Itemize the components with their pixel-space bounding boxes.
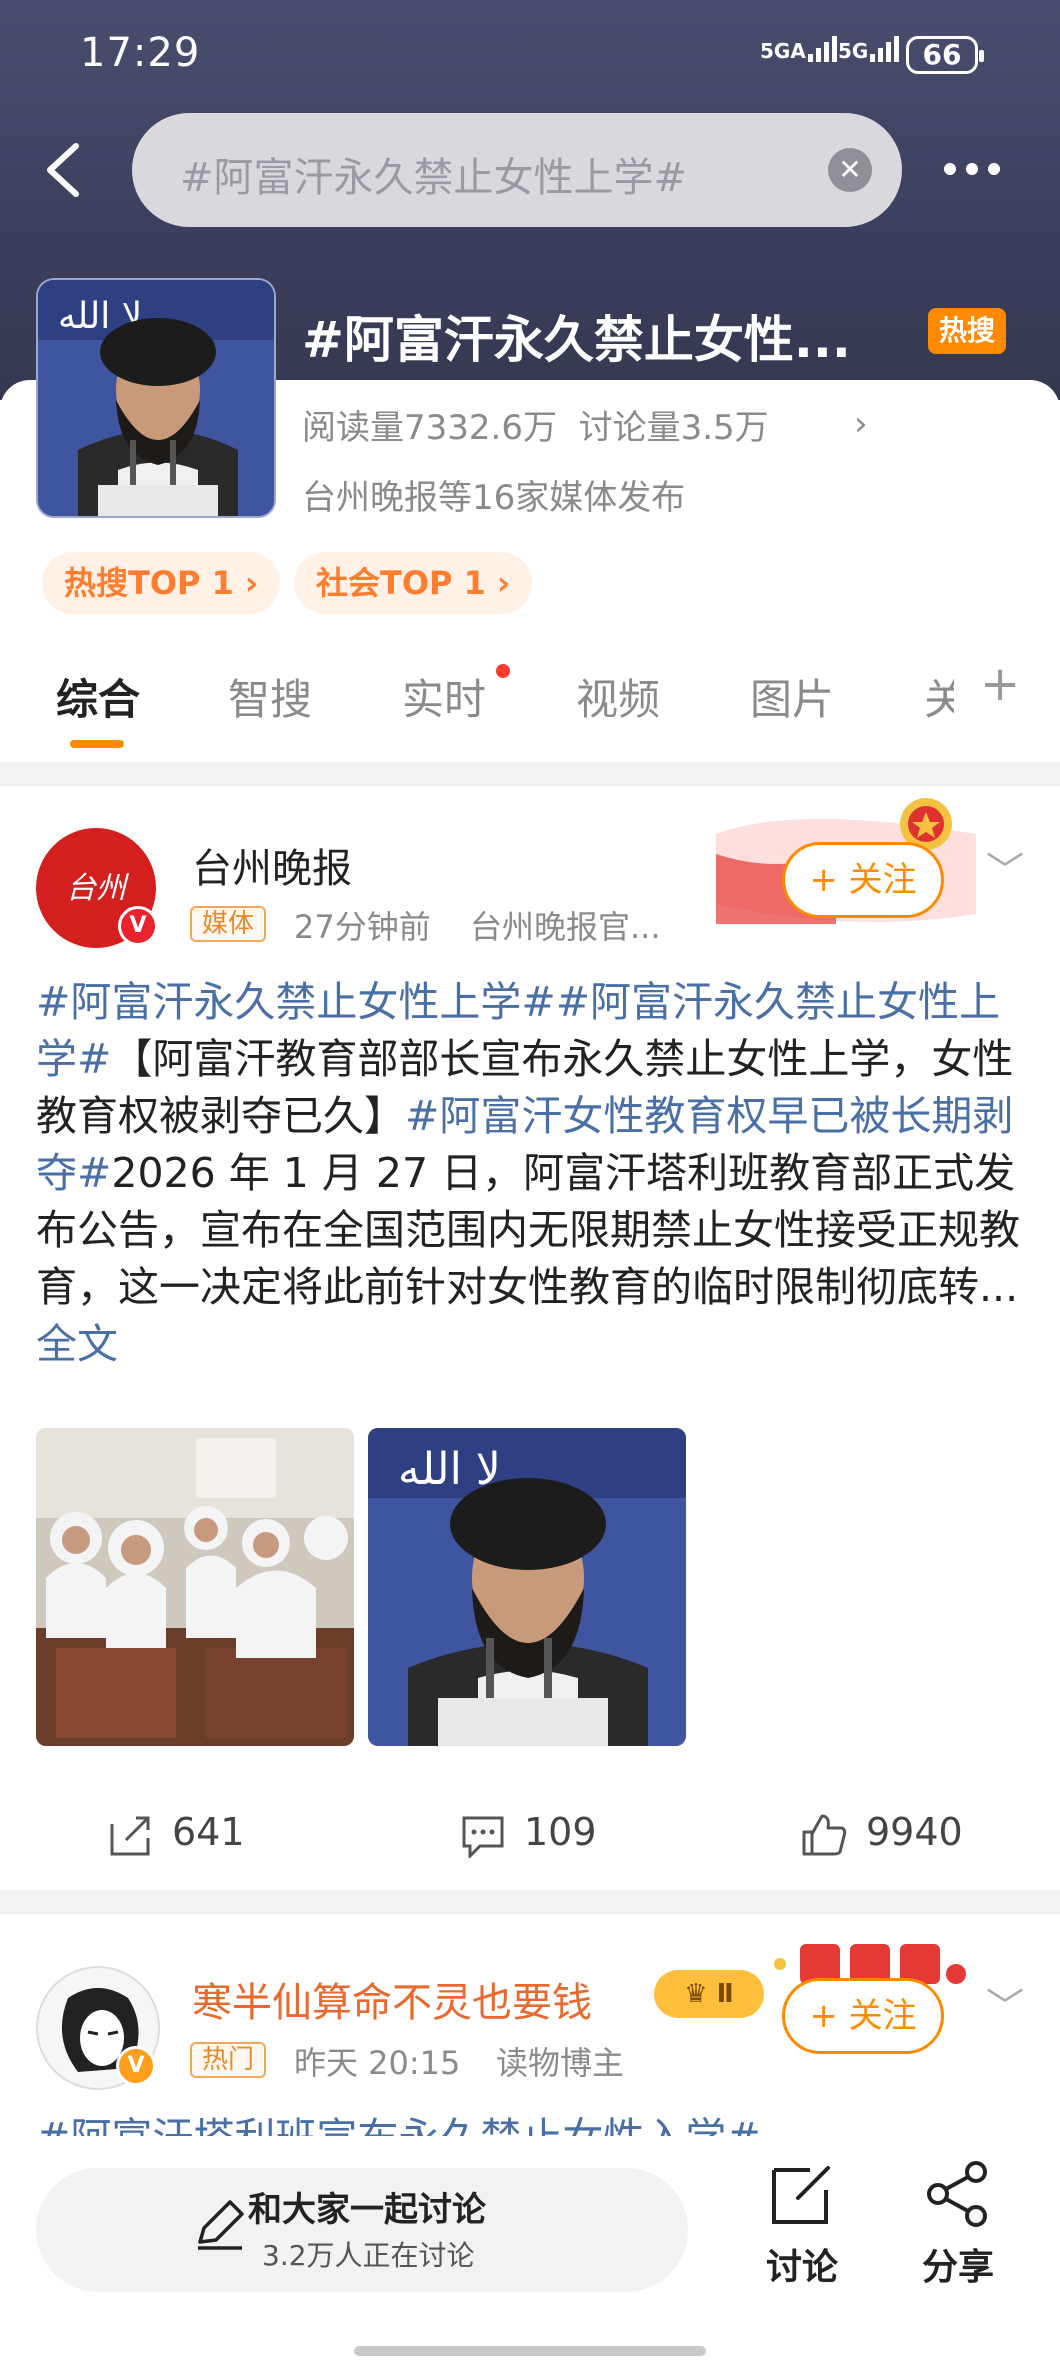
vip-level: Ⅱ — [716, 1979, 734, 2009]
realtime-notification-dot — [496, 664, 510, 678]
divider — [0, 1890, 1060, 1914]
hot-tag: 热门 — [190, 2042, 267, 2078]
tab-comprehensive[interactable]: 综合 — [56, 666, 140, 727]
signal-5g-icon: 5G — [838, 34, 902, 64]
divider — [0, 762, 1060, 786]
chevron-down-icon[interactable]: ﹀ — [986, 1976, 1024, 2031]
hot-search-badge: 热搜 — [928, 308, 1006, 354]
media-tag: 媒体 — [190, 906, 267, 942]
post-text: #阿富汗永久禁止女性上学##阿富汗永久禁止女性上学#【阿富汗教育部部长宣布永久禁… — [36, 974, 1026, 1373]
discuss-title: 和大家一起讨论 — [248, 2190, 486, 2230]
post-body-text: 2026 年 1 月 27 日，阿富汗塔利班教育部正式发布公告，宣布在全国范围内… — [36, 1149, 1020, 1311]
battery-icon: 66 — [906, 36, 984, 74]
post-time: 27分钟前 — [294, 908, 431, 946]
tab-images[interactable]: 图片 — [750, 666, 834, 727]
post-username[interactable]: 寒半仙算命不灵也要钱 — [192, 1970, 592, 2028]
tab-related-partial[interactable]: 关 — [924, 666, 954, 727]
tab-bar: 综合 智搜 实时 视频 图片 关 — [0, 650, 1060, 750]
follow-button[interactable]: + 关注 — [782, 1978, 944, 2054]
chevron-down-icon[interactable]: ﹀ — [986, 840, 1024, 895]
media-source: 台州晚报等16家媒体发布 — [302, 478, 686, 518]
post-image-official[interactable]: لا الله — [368, 1428, 686, 1746]
home-indicator — [354, 2346, 706, 2356]
discuss-count: 3.2万人正在讨论 — [262, 2239, 475, 2272]
post-author-role: 读物博主 — [496, 2044, 625, 2082]
svg-text:台州: 台州 — [66, 871, 130, 906]
post-username[interactable]: 台州晚报 — [192, 836, 352, 894]
search-input[interactable]: #阿富汗永久禁止女性上学# ✕ — [132, 113, 902, 227]
add-tab-icon[interactable]: + — [980, 656, 1020, 712]
verified-icon: V — [116, 2046, 156, 2086]
pencil-icon — [198, 2200, 244, 2250]
rank-social-pill[interactable]: 社会TOP 1 › — [294, 552, 533, 614]
share-icon — [927, 2161, 987, 2227]
back-arrow-icon[interactable] — [40, 140, 90, 200]
share-label: 分享 — [921, 2247, 994, 2288]
post-time: 昨天 20:15 — [294, 2044, 461, 2082]
topic-stats[interactable]: 阅读量7332.6万 讨论量3.5万 — [302, 400, 769, 449]
discussion-count: 讨论量3.5万 — [578, 408, 769, 448]
chevron-right-icon[interactable]: › — [854, 404, 868, 444]
like-count[interactable]: 9940 — [866, 1810, 963, 1854]
comment-icon[interactable] — [460, 1814, 506, 1858]
rank-hot-search-pill[interactable]: 热搜TOP 1 › — [42, 552, 281, 614]
comment-button[interactable]: 讨论 — [752, 2158, 852, 2290]
clear-icon[interactable]: ✕ — [828, 148, 872, 192]
verified-icon: V — [118, 906, 158, 946]
comment-label: 讨论 — [765, 2247, 838, 2288]
post-source: 台州晚报官... — [470, 908, 661, 946]
repost-icon[interactable] — [108, 1814, 152, 1858]
repost-count[interactable]: 641 — [172, 1810, 245, 1854]
signal-5ga-icon: 5GA — [760, 34, 840, 64]
status-time: 17:29 — [80, 30, 201, 76]
tab-smart-search[interactable]: 智搜 — [228, 666, 312, 727]
full-text-link[interactable]: 全文 — [36, 1320, 118, 1368]
active-tab-indicator — [70, 740, 124, 748]
more-options-icon[interactable] — [944, 160, 1010, 179]
comment-count[interactable]: 109 — [524, 1810, 597, 1854]
edit-square-icon — [772, 2166, 830, 2224]
share-button[interactable]: 分享 — [908, 2158, 1008, 2290]
topic-title: #阿富汗永久禁止女性... — [302, 311, 851, 369]
vip-crown-icon: ♛ Ⅱ — [654, 1970, 764, 2018]
read-count: 阅读量7332.6万 — [302, 408, 557, 448]
post-image-classroom[interactable] — [36, 1428, 354, 1746]
like-icon[interactable] — [800, 1812, 848, 1858]
follow-button[interactable]: + 关注 — [782, 842, 944, 918]
tab-realtime[interactable]: 实时 — [402, 666, 486, 727]
topic-thumbnail[interactable]: لا الله — [36, 278, 276, 518]
tab-video[interactable]: 视频 — [576, 666, 660, 727]
search-query: #阿富汗永久禁止女性上学# — [180, 155, 688, 201]
